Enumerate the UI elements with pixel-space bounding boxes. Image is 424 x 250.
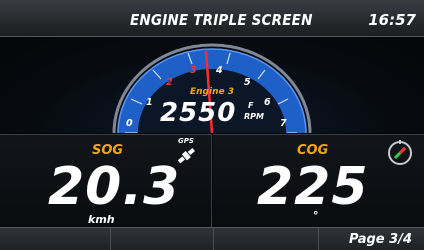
gauge-scale-4: 4 — [215, 65, 223, 76]
engine-label: Engine 3 — [190, 87, 234, 97]
sog-label: SOG — [92, 143, 124, 158]
clock: 16:57 — [368, 11, 416, 29]
sog-panel: SOG GPS 20.3 kmh — [0, 134, 212, 227]
softkey-3[interactable] — [214, 228, 319, 250]
gauge-scale-0: 0 — [126, 118, 133, 129]
cog-label: COG — [297, 143, 329, 158]
gauge-scale-2: 2 — [166, 77, 173, 88]
rpm-value: 2550 — [160, 98, 236, 128]
gauge-scale-7: 7 — [280, 118, 287, 129]
rpm-gauge-panel: 0 1 2 3 4 5 6 7 Engine 3 2550 F RPM — [0, 37, 424, 134]
cog-panel: COG 225 ° — [213, 134, 424, 227]
cog-value: 225 — [257, 157, 369, 217]
rpm-unit-f: F — [248, 101, 254, 110]
header-bar: ENGINE TRIPLE SCREEN 16:57 — [0, 0, 424, 37]
softkey-1[interactable] — [0, 228, 111, 250]
footer-bar: Page 3/4 — [0, 227, 424, 250]
gauge-scale-3: 3 — [190, 65, 197, 76]
engine-triple-screen: ENGINE TRIPLE SCREEN 16:57 0 1 2 3 4 5 6… — [0, 0, 424, 250]
rpm-gauge: 0 1 2 3 4 5 6 7 Engine 3 2550 F RPM — [112, 43, 312, 134]
softkey-2[interactable] — [111, 228, 214, 250]
page-indicator[interactable]: Page 3/4 — [349, 232, 412, 247]
gps-label: GPS — [178, 137, 194, 145]
screen-title: ENGINE TRIPLE SCREEN — [130, 11, 313, 29]
gauge-scale-5: 5 — [244, 77, 251, 88]
gauge-scale-6: 6 — [264, 97, 271, 108]
sog-value: 20.3 — [48, 157, 181, 217]
compass-icon — [388, 140, 412, 165]
rpm-unit: RPM — [244, 112, 264, 121]
cog-unit: ° — [313, 209, 319, 222]
sog-unit: kmh — [88, 213, 115, 226]
gauge-scale-1: 1 — [146, 97, 153, 108]
